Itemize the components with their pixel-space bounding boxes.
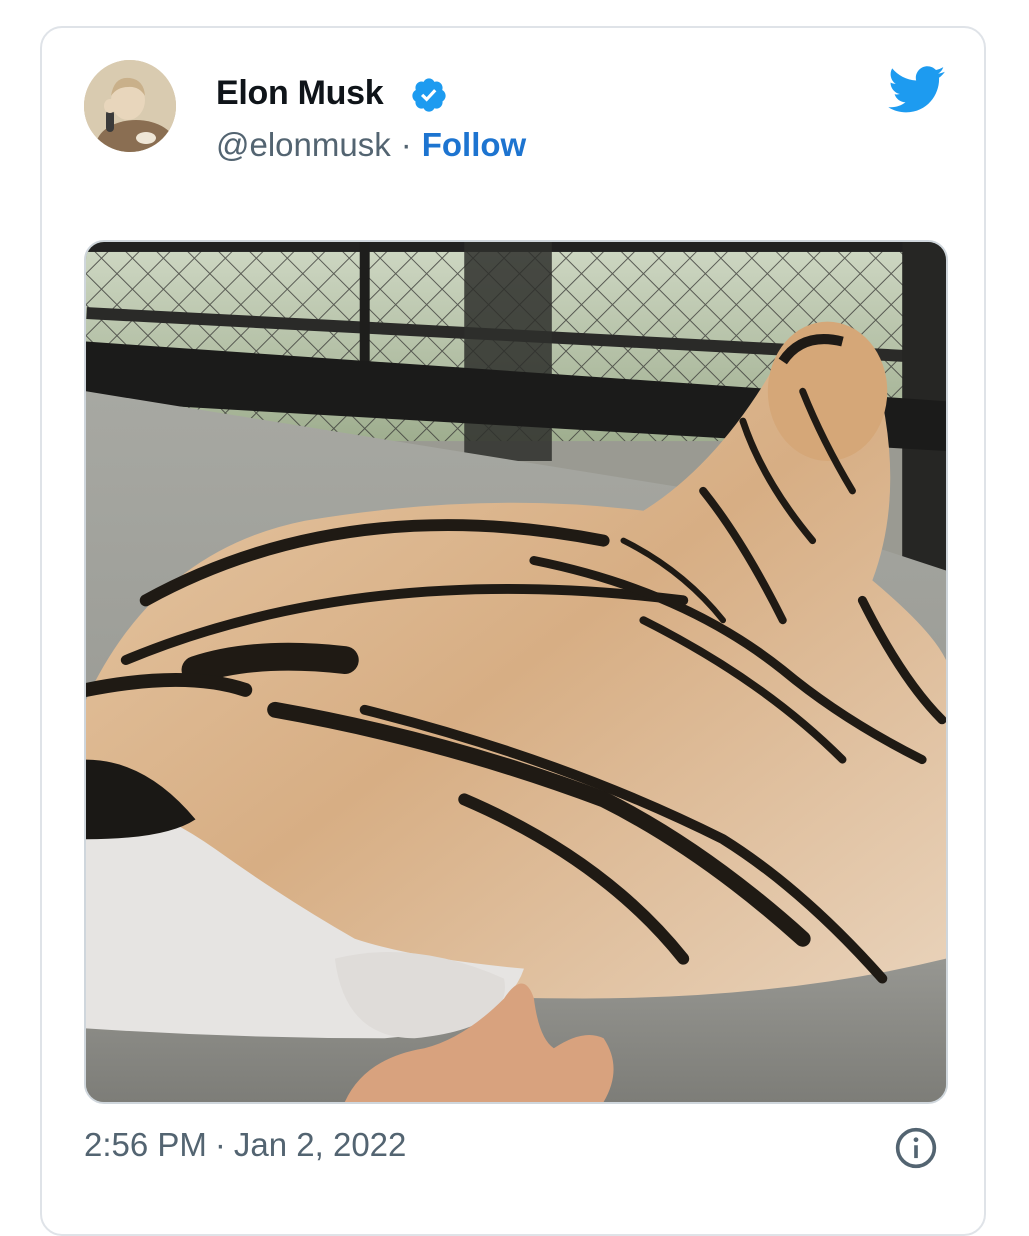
tweet-date: Jan 2, 2022 bbox=[233, 1126, 407, 1163]
follow-button[interactable]: Follow bbox=[422, 126, 526, 163]
avatar[interactable] bbox=[84, 60, 176, 152]
tiger-photo bbox=[86, 242, 946, 1102]
avatar-photo bbox=[84, 60, 176, 152]
info-icon[interactable] bbox=[894, 1126, 938, 1170]
tweet-time: 2:56 PM bbox=[84, 1126, 207, 1163]
timestamp-separator: · bbox=[214, 1126, 226, 1163]
author-handle[interactable]: @elonmusk bbox=[216, 126, 391, 163]
verified-badge-icon bbox=[412, 78, 446, 112]
handle-line: @elonmusk · Follow bbox=[216, 126, 526, 164]
tweet-image[interactable] bbox=[84, 240, 948, 1104]
tweet-card: Elon Musk @elonmusk · Follow 2:56 PM · J… bbox=[40, 26, 986, 1236]
separator-dot: · bbox=[400, 126, 412, 163]
author-name[interactable]: Elon Musk bbox=[216, 74, 384, 113]
tweet-timestamp[interactable]: 2:56 PM · Jan 2, 2022 bbox=[84, 1126, 406, 1164]
twitter-bird-icon[interactable] bbox=[888, 66, 946, 114]
